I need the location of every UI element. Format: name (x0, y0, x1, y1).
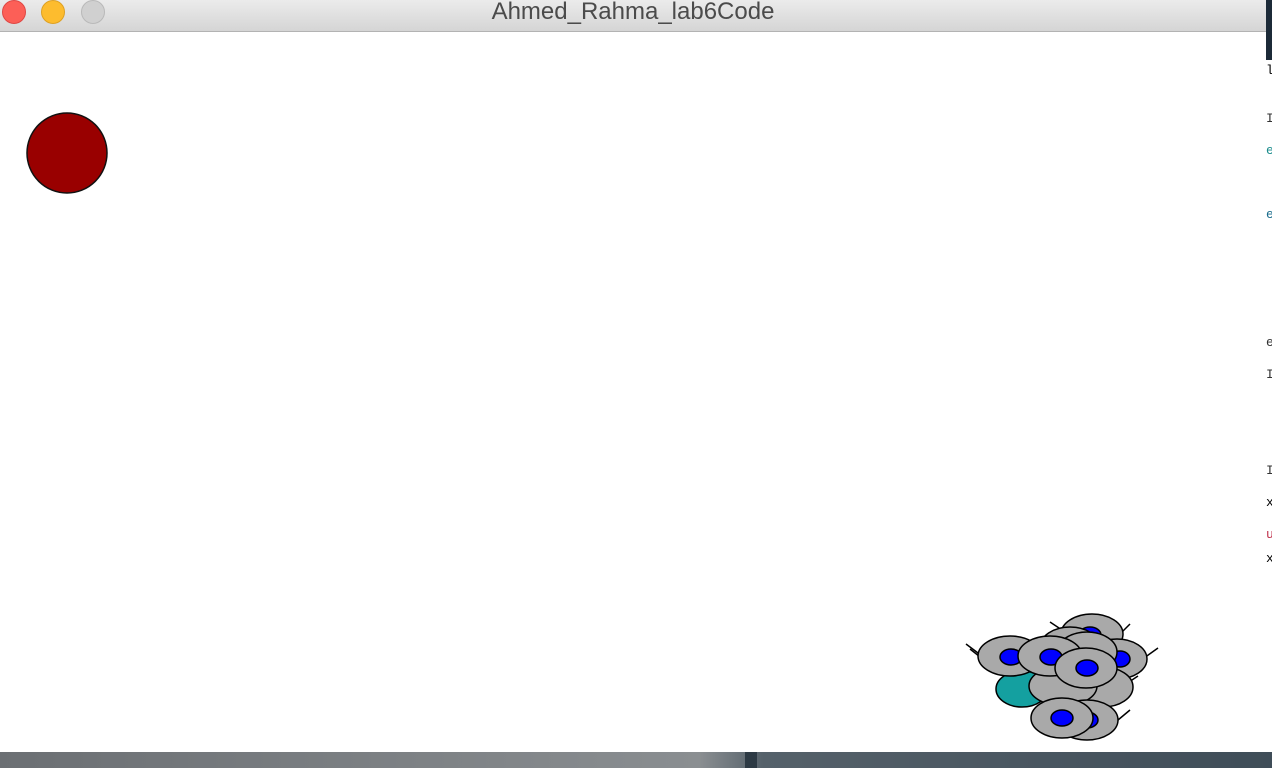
background-divider (745, 752, 757, 768)
background-code-char: I (1266, 111, 1272, 126)
background-editor-header (1266, 0, 1272, 60)
background-code-char: I (1266, 463, 1272, 478)
background-code-char: x (1266, 495, 1272, 510)
background-code-char: e (1266, 207, 1272, 222)
red-ball (26, 112, 108, 194)
window-title: Ahmed_Rahma_lab6Code (491, 0, 775, 25)
background-code-char: I (1266, 367, 1272, 382)
background-code-char: u (1266, 527, 1272, 542)
background-code-char: l (1266, 63, 1272, 78)
minimize-button[interactable] (41, 0, 65, 24)
sketch-canvas[interactable] (0, 32, 1266, 752)
background-code-char: x (1266, 551, 1272, 566)
sketch-drawing (26, 112, 1159, 741)
close-button[interactable] (2, 0, 26, 24)
title-bar[interactable]: Ahmed_Rahma_lab6Code (0, 0, 1266, 32)
vehicle (1030, 697, 1094, 739)
background-editor-window: l I e e e I I x u x (1266, 0, 1272, 768)
zoom-button[interactable] (81, 0, 105, 24)
vehicle (1054, 647, 1118, 689)
background-code-char: e (1266, 335, 1272, 350)
background-code-char: e (1266, 143, 1272, 158)
background-desktop-strip (0, 752, 1272, 768)
vehicle-cluster (965, 613, 1159, 741)
processing-sketch-window[interactable]: Ahmed_Rahma_lab6Code (0, 0, 1266, 752)
